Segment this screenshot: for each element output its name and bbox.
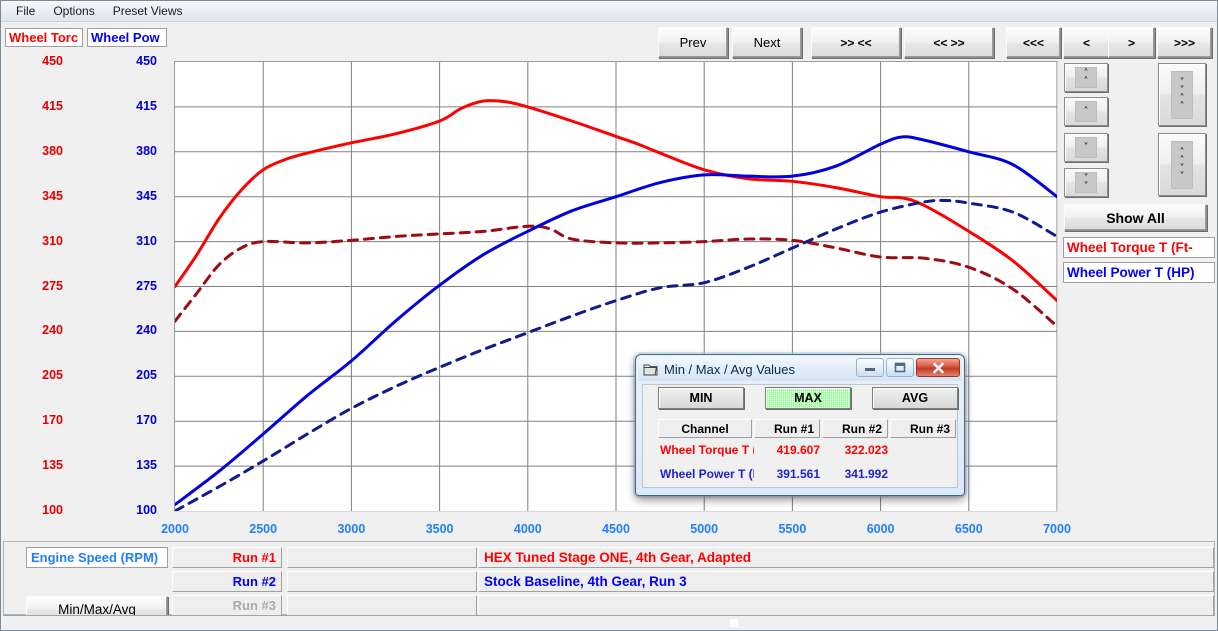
- row-power-run-2: 341.992: [822, 467, 888, 481]
- run-1-label[interactable]: Run #1: [172, 547, 282, 568]
- menu-item-preset-views[interactable]: Preset Views: [104, 2, 192, 21]
- run-2-label[interactable]: Run #2: [172, 571, 282, 592]
- status-indicator: [729, 618, 739, 628]
- y-tick-torque-450: 450: [17, 55, 63, 67]
- y-tick-torque-415: 415: [17, 100, 63, 112]
- dialog-minimize-button[interactable]: [856, 358, 884, 377]
- dialog-title-bar[interactable]: Min / Max / Avg Values: [638, 357, 962, 381]
- jump-forward-button[interactable]: >>>: [1157, 27, 1212, 58]
- min-max-avg-dialog[interactable]: Min / Max / Avg Values MIN MAX: [635, 354, 965, 496]
- run-3-label[interactable]: Run #3: [172, 595, 282, 616]
- y-tick-torque-275: 275: [17, 280, 63, 292]
- run-2-description[interactable]: Stock Baseline, 4th Gear, Run 3: [478, 571, 1214, 592]
- run-1-description[interactable]: HEX Tuned Stage ONE, 4th Gear, Adapted: [478, 547, 1214, 568]
- y-tick-power-380: 380: [111, 145, 157, 157]
- y-tick-power-415: 415: [111, 100, 157, 112]
- y-tick-torque-240: 240: [17, 324, 63, 336]
- dialog-body: MIN MAX AVG Channel Run #1 Run #2 Run #3…: [642, 384, 958, 488]
- x-tick-6500: 6500: [939, 522, 999, 536]
- y-tick-torque-380: 380: [17, 145, 63, 157]
- chevron-up-icon: ˄: [1075, 101, 1097, 122]
- y-tick-torque-100: 100: [17, 504, 63, 516]
- x-tick-2500: 2500: [233, 522, 293, 536]
- dyno-app-window: File Options Preset Views Wheel Torc Whe…: [0, 0, 1218, 631]
- compress-vertical-button[interactable]: ˄˄˅˅: [1158, 133, 1206, 196]
- row-power-run-1: 391.561: [754, 467, 820, 481]
- y-tick-power-135: 135: [111, 459, 157, 471]
- y-tick-torque-205: 205: [17, 369, 63, 381]
- y-tick-power-310: 310: [111, 235, 157, 247]
- column-header-run-2[interactable]: Run #2: [822, 419, 888, 438]
- row-torque-channel: Wheel Torque T (Ft: [660, 443, 754, 457]
- dialog-title-text: Min / Max / Avg Values: [664, 362, 795, 377]
- x-tick-3500: 3500: [410, 522, 470, 536]
- step-forward-button[interactable]: >: [1108, 27, 1155, 58]
- x-tick-3000: 3000: [321, 522, 381, 536]
- y-tick-torque-310: 310: [17, 235, 63, 247]
- chevron-double-down-icon: ˅˅: [1075, 172, 1097, 193]
- menu-bar: File Options Preset Views: [1, 1, 1218, 22]
- column-header-channel[interactable]: Channel: [658, 419, 752, 438]
- column-header-run-3[interactable]: Run #3: [890, 419, 956, 438]
- step-back-button[interactable]: <: [1063, 27, 1110, 58]
- max-tab[interactable]: MAX: [765, 387, 851, 409]
- legend-wheel-torque[interactable]: Wheel Torque T (Ft-: [1063, 237, 1215, 258]
- legend-wheel-power[interactable]: Wheel Power T (HP): [1063, 262, 1215, 283]
- close-icon: [932, 362, 945, 374]
- run-3-description[interactable]: [478, 595, 1214, 616]
- run-3-value[interactable]: [287, 595, 477, 616]
- x-tick-4000: 4000: [498, 522, 558, 536]
- y-tick-power-345: 345: [111, 190, 157, 202]
- y-tick-power-450: 450: [111, 55, 157, 67]
- y-tick-torque-345: 345: [17, 190, 63, 202]
- y-tick-torque-170: 170: [17, 414, 63, 426]
- chevron-compress-icon: ˄˄˅˅: [1171, 141, 1193, 189]
- scroll-line-down-button[interactable]: ˅: [1064, 133, 1108, 162]
- expand-vertical-button[interactable]: ˅˅˄˄: [1158, 63, 1206, 126]
- y-tick-power-170: 170: [111, 414, 157, 426]
- x-tick-4500: 4500: [586, 522, 646, 536]
- restore-icon: [894, 362, 906, 373]
- zoom-out-x-button[interactable]: << >>: [904, 27, 994, 58]
- avg-tab[interactable]: AVG: [872, 387, 958, 409]
- run-2-value[interactable]: [287, 571, 477, 592]
- run-1-value[interactable]: [287, 547, 477, 568]
- y-tick-power-275: 275: [111, 280, 157, 292]
- dialog-restore-button[interactable]: [886, 358, 914, 377]
- x-tick-5000: 5000: [674, 522, 734, 536]
- prev-button[interactable]: Prev: [658, 27, 728, 58]
- scroll-page-up-button[interactable]: ˄˄: [1064, 63, 1108, 92]
- min-tab[interactable]: MIN: [658, 387, 744, 409]
- x-tick-2000: 2000: [145, 522, 205, 536]
- row-power-channel: Wheel Power T (HF: [660, 467, 754, 481]
- row-torque-run-2: 322.023: [822, 443, 888, 457]
- x-tick-6000: 6000: [851, 522, 911, 536]
- status-bar: [3, 615, 1215, 630]
- minimize-icon: [864, 363, 876, 372]
- bottom-panel: Engine Speed (RPM) Min/Max/Avg Run #1 HE…: [3, 541, 1215, 615]
- zoom-in-x-button[interactable]: >> <<: [811, 27, 901, 58]
- x-tick-5500: 5500: [762, 522, 822, 536]
- y-tick-power-240: 240: [111, 324, 157, 336]
- show-all-button[interactable]: Show All: [1064, 204, 1207, 231]
- chevron-expand-icon: ˅˅˄˄: [1171, 71, 1193, 119]
- scroll-page-down-button[interactable]: ˅˅: [1064, 168, 1108, 197]
- x-axis-label-box[interactable]: Engine Speed (RPM): [26, 547, 168, 568]
- scroll-line-up-button[interactable]: ˄: [1064, 97, 1108, 126]
- jump-back-button[interactable]: <<<: [1006, 27, 1061, 58]
- folder-icon: [643, 363, 658, 376]
- column-header-run-1[interactable]: Run #1: [754, 419, 820, 438]
- x-tick-7000: 7000: [1027, 522, 1087, 536]
- y-tick-power-100: 100: [111, 504, 157, 516]
- chevron-double-up-icon: ˄˄: [1075, 67, 1097, 88]
- menu-item-options[interactable]: Options: [44, 2, 103, 21]
- y-tick-power-205: 205: [111, 369, 157, 381]
- toolbar: Prev Next >> << << >> <<< < > >>>: [1, 22, 1218, 60]
- row-torque-run-1: 419.607: [754, 443, 820, 457]
- chevron-down-icon: ˅: [1075, 137, 1097, 158]
- dialog-close-button[interactable]: [916, 358, 960, 377]
- y-tick-torque-135: 135: [17, 459, 63, 471]
- menu-item-file[interactable]: File: [7, 2, 44, 21]
- next-button[interactable]: Next: [732, 27, 802, 58]
